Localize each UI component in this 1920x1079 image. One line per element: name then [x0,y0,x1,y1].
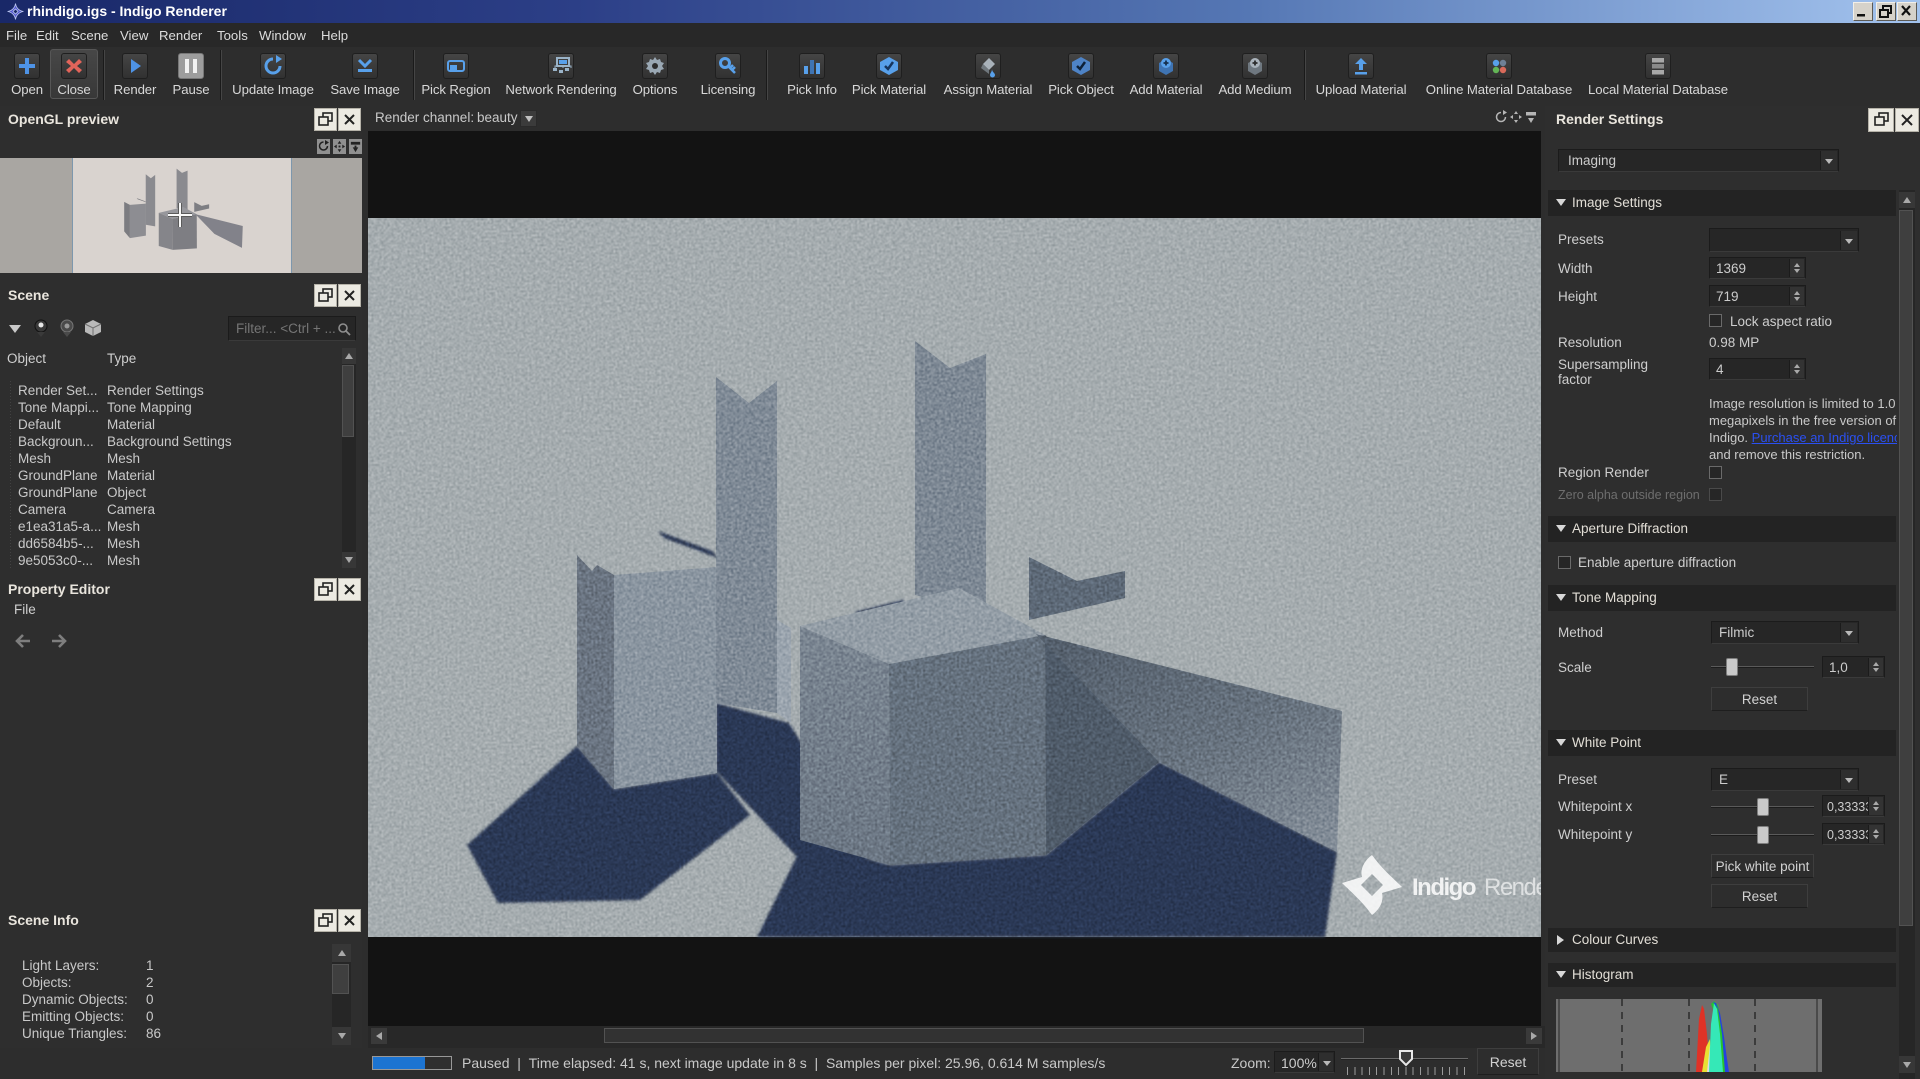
svg-text:Indigo: Indigo [1412,874,1476,901]
svg-text:Renderer: Renderer [1484,874,1541,901]
